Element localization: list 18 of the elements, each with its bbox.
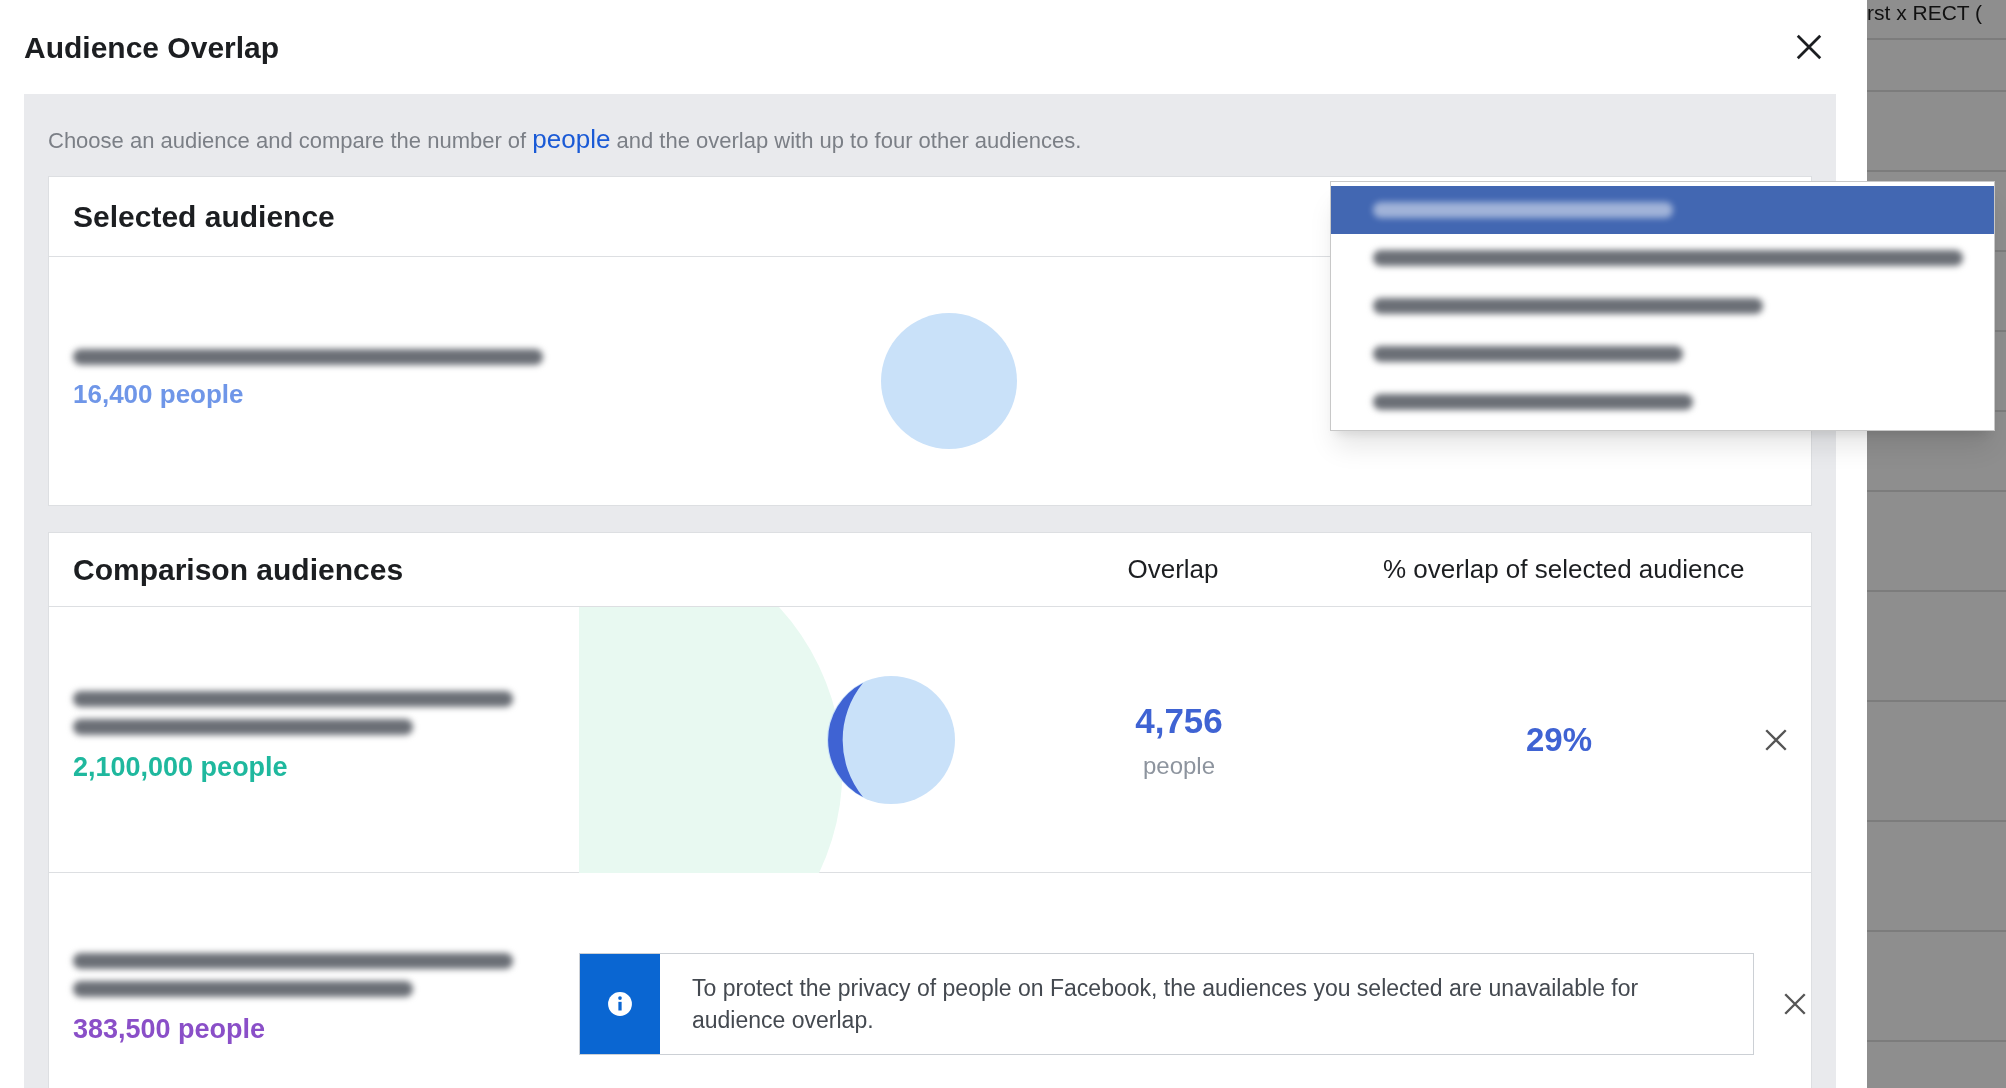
audience-size: 2,100,000 people: [73, 751, 289, 785]
audience-size: 383,500 people: [73, 1013, 267, 1046]
section-heading: Comparison audiences: [73, 552, 405, 588]
overlap-percent: 29%: [1524, 719, 1594, 760]
info-icon: [607, 991, 633, 1017]
description-text: Choose an audience and compare the number of people and the overlap with up to four other audiences.: [48, 123, 1083, 156]
background-text: rst x RECT (: [1867, 0, 1983, 23]
column-header: % overlap of selected audience: [1383, 553, 1745, 586]
dropdown-option[interactable]: [1331, 234, 1994, 282]
audience-size: 16,400 people: [73, 377, 245, 411]
dialog-title: Audience Overlap: [24, 29, 280, 66]
section-heading: Selected audience: [73, 199, 335, 235]
column-header: Overlap: [1126, 553, 1220, 586]
overlap-count: 4,756: [1135, 700, 1223, 743]
dropdown-option[interactable]: [1331, 186, 1994, 234]
overlap-unit: people: [1142, 750, 1216, 781]
notice-text: To protect the privacy of people on Facebook, the audiences you selected are unavailable for audience overlap.: [691, 974, 1640, 1035]
people-link[interactable]: people: [532, 124, 611, 154]
